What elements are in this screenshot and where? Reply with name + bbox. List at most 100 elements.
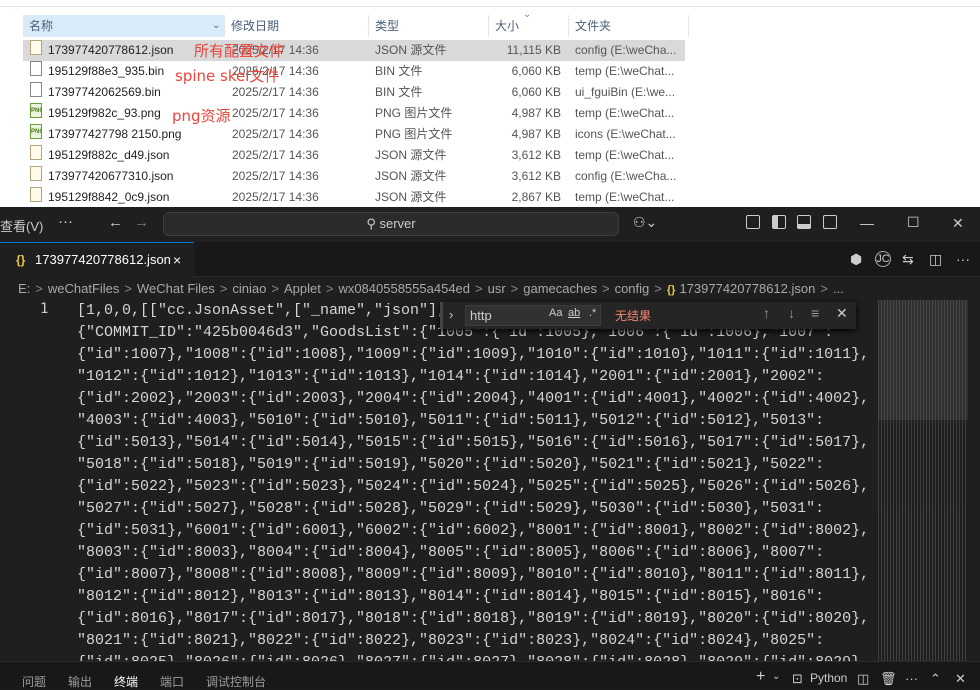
maximize-icon[interactable]: ☐ <box>907 214 920 231</box>
breadcrumb-item[interactable]: 173977420778612.json <box>679 281 815 296</box>
file-row[interactable]: 173977420677310.json 2025/2/17 14:36 JSON … <box>23 166 685 187</box>
column-folder-header[interactable]: 文件夹 <box>569 15 689 37</box>
file-size: 11,115 KB <box>506 43 561 57</box>
file-date: 2025/2/17 14:36 <box>232 127 319 141</box>
file-row[interactable]: 195129f882c_d49.json 2025/2/17 14:36 JSON … <box>23 145 685 166</box>
minimize-icon[interactable]: — <box>860 215 874 231</box>
json-file-icon <box>30 145 42 160</box>
regex-toggle[interactable]: .* <box>589 307 596 319</box>
file-row[interactable]: 195129f8842_0c9.json 2025/2/17 14:36 JSON … <box>23 187 685 207</box>
toggle-panel-icon[interactable] <box>797 215 811 229</box>
extension-icon[interactable]: ⬢ <box>850 251 862 268</box>
column-date-header[interactable]: 修改日期 <box>225 15 369 37</box>
toggle-sidebar-icon[interactable] <box>772 215 786 229</box>
file-folder: temp (E:\weChat... <box>575 106 675 120</box>
chevron-right-icon[interactable]: › <box>449 307 453 322</box>
file-type: PNG 图片文件 <box>375 127 453 141</box>
panel-tab-ports[interactable]: 端口 <box>160 673 184 690</box>
file-type: JSON 源文件 <box>375 169 447 183</box>
file-row[interactable]: 173977420778612.json 2025/2/17 14:36 JSON … <box>23 40 685 61</box>
code-content[interactable]: [1,0,0,[["cc.JsonAsset",["_name","json"]… <box>77 300 869 661</box>
more-menu-icon[interactable]: ··· <box>58 213 73 230</box>
breadcrumb-item[interactable]: WeChat Files <box>137 281 215 296</box>
chevron-right-icon: > <box>271 281 279 296</box>
file-type: PNG 图片文件 <box>375 106 453 120</box>
breadcrumb-item[interactable]: usr <box>488 281 506 296</box>
chevron-right-icon: > <box>35 281 43 296</box>
chevron-down-icon[interactable]: ⌄ <box>772 671 780 682</box>
chevron-right-icon: > <box>654 281 662 296</box>
json-file-icon: {} <box>16 253 26 267</box>
breadcrumb-item[interactable]: wx0840558555a454ed <box>338 281 470 296</box>
file-folder: temp (E:\weChat... <box>575 190 675 204</box>
line-number: 1 <box>40 301 49 317</box>
chevron-right-icon: > <box>124 281 133 296</box>
file-folder: config (E:\weCha... <box>575 169 677 183</box>
add-terminal-button[interactable]: + <box>756 668 765 686</box>
file-row[interactable]: PNG 173977427798 2150.png 2025/2/17 14:36 P… <box>23 124 685 145</box>
menu-view[interactable]: 查看(V) <box>0 216 43 235</box>
toggle-secondary-sidebar-icon[interactable] <box>823 215 837 229</box>
kill-terminal-icon[interactable]: 🗑 <box>880 671 897 687</box>
bin-file-icon <box>30 61 42 76</box>
next-match-icon[interactable]: ↓ <box>788 305 795 321</box>
file-date: 2025/2/17 14:36 <box>232 148 319 162</box>
column-type-header[interactable]: 类型 <box>369 15 489 37</box>
code-editor[interactable]: 1 [1,0,0,[["cc.JsonAsset",["_name","json… <box>0 300 980 661</box>
code-line: {"id":2002},"2003":{"id":2003},"2004":{"… <box>77 390 870 407</box>
vscode-titlebar: 查看(V) ··· ← → ⚲ server ⚇⌄ — ☐ ✕ <box>0 207 980 242</box>
column-name-label: 名称 <box>29 19 54 33</box>
breadcrumb-item[interactable]: ... <box>833 281 844 296</box>
file-row[interactable]: 17397742062569.bin 2025/2/17 14:36 BIN 文件 6… <box>23 82 685 103</box>
column-name-header[interactable]: 名称 ⌄ <box>23 15 225 37</box>
chevron-down-icon[interactable]: ⌄ <box>212 15 220 37</box>
panel-tab-debug-console[interactable]: 调试控制台 <box>206 673 266 690</box>
file-type: BIN 文件 <box>375 85 423 99</box>
bottom-panel: 问题 输出 终端 端口 调试控制台 + ⌄ ⊡ Python ◫ 🗑 ··· ⌃… <box>0 661 980 689</box>
breadcrumb-item[interactable]: config <box>615 281 650 296</box>
breadcrumb-item[interactable]: Applet <box>284 281 321 296</box>
split-terminal-icon[interactable]: ◫ <box>857 671 869 687</box>
file-row[interactable]: 195129f88e3_935.bin 2025/2/17 14:36 BIN 文件… <box>23 61 685 82</box>
file-explorer: 名称 ⌄ 修改日期 类型 大小 ⌄ 文件夹 173977420778612.jso… <box>0 0 980 207</box>
find-in-selection-icon[interactable]: ≡ <box>811 305 819 321</box>
breadcrumb-item[interactable]: weChatFiles <box>48 281 120 296</box>
more-actions-icon[interactable]: ··· <box>956 251 970 267</box>
close-tab-icon[interactable]: × <box>173 243 181 277</box>
annotation-config: 所有配置文件 <box>194 42 285 60</box>
breadcrumb-item[interactable]: ciniao <box>232 281 266 296</box>
breadcrumb-item[interactable]: E: <box>18 281 30 296</box>
previous-match-icon[interactable]: ↑ <box>763 305 770 321</box>
terminal-profile-label[interactable]: Python <box>810 671 847 685</box>
forward-arrow-icon[interactable]: → <box>134 214 149 231</box>
copilot-icon[interactable]: ⚇⌄ <box>633 214 657 231</box>
customize-layout-icon[interactable] <box>746 215 760 229</box>
minimap[interactable] <box>878 300 968 661</box>
code-line: {"id":5031},"6001":{"id":6001},"6002":{"… <box>77 522 870 539</box>
breadcrumb-item[interactable]: gamecaches <box>523 281 597 296</box>
editor-tab[interactable]: {} 173977420778612.json × <box>0 242 194 277</box>
file-type: JSON 源文件 <box>375 190 447 204</box>
code-line: "5027":{"id":5027},"5028":{"id":5028},"5… <box>77 500 825 517</box>
find-input[interactable]: http <box>465 305 601 326</box>
file-date: 2025/2/17 14:36 <box>232 190 319 204</box>
back-arrow-icon[interactable]: ← <box>108 214 123 231</box>
command-center-search[interactable]: ⚲ server <box>163 212 619 236</box>
close-window-icon[interactable]: ✕ <box>952 215 964 232</box>
maximize-panel-icon[interactable]: ⌃ <box>930 671 941 687</box>
panel-tab-terminal[interactable]: 终端 <box>114 673 138 690</box>
whole-word-toggle[interactable]: ab <box>568 307 580 319</box>
panel-tab-output[interactable]: 输出 <box>68 673 92 690</box>
jc-icon[interactable]: JC <box>875 251 891 267</box>
panel-tab-problems[interactable]: 问题 <box>22 673 46 690</box>
more-icon[interactable]: ··· <box>905 671 918 686</box>
close-find-icon[interactable]: ✕ <box>836 305 848 322</box>
split-editor-icon[interactable]: ◫ <box>929 251 942 268</box>
file-folder: ui_fguiBin (E:\we... <box>575 85 676 99</box>
json-file-icon <box>30 40 42 55</box>
annotation-spine: spine skel文件 <box>175 67 280 85</box>
file-row[interactable]: PNG195129f982c_93.png2025/2/17 14:36PNG … <box>23 103 685 124</box>
match-case-toggle[interactable]: Aa <box>549 307 562 319</box>
close-panel-icon[interactable]: ✕ <box>955 671 966 687</box>
compare-icon[interactable]: ⇆ <box>902 251 914 268</box>
